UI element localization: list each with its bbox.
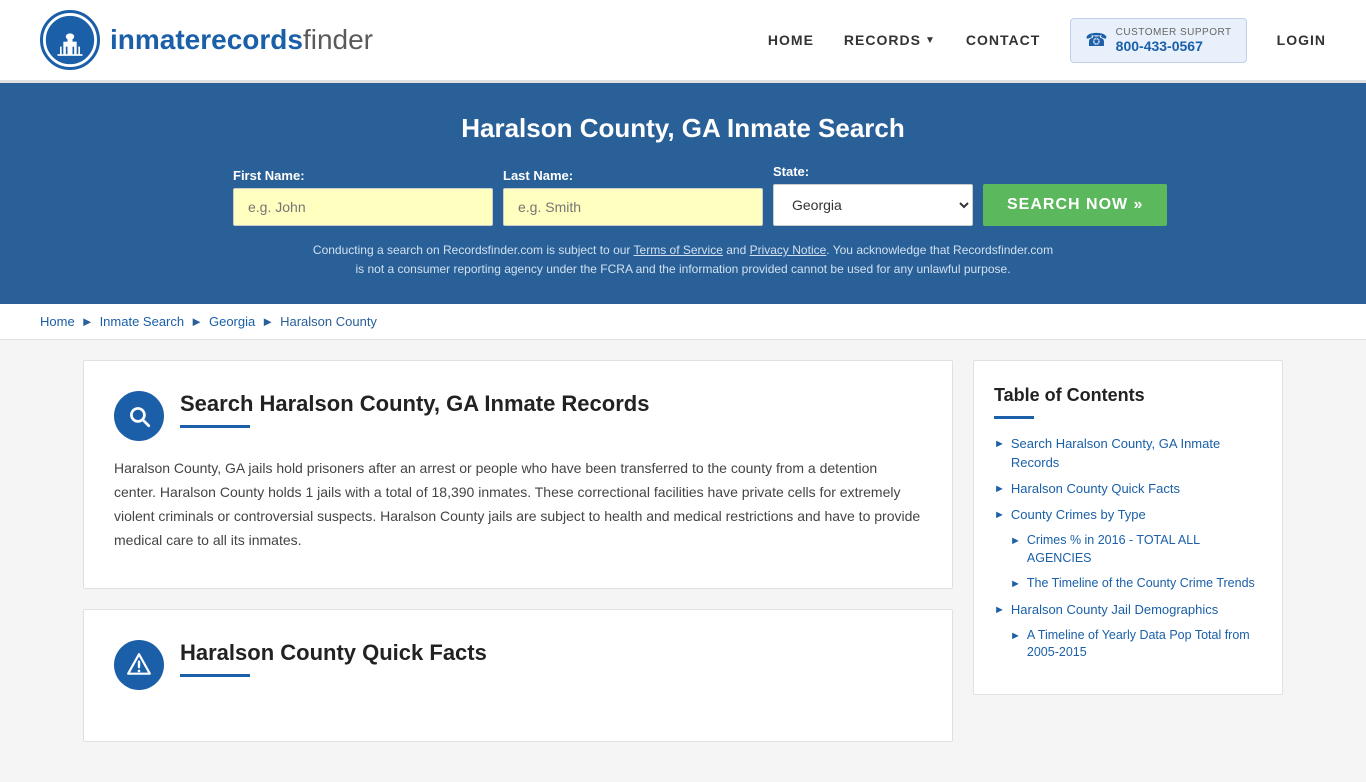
logo-icon	[40, 10, 100, 70]
toc-sublist: ► Crimes % in 2016 - TOTAL ALL AGENCIES …	[994, 532, 1262, 593]
toc-title: Table of Contents	[994, 385, 1262, 406]
customer-support-box: ☎ CUSTOMER SUPPORT 800-433-0567	[1070, 18, 1246, 63]
chevron-right-icon: ►	[994, 603, 1005, 618]
toc-link-facts[interactable]: ► Haralson County Quick Facts	[994, 480, 1262, 498]
breadcrumb-home[interactable]: Home	[40, 314, 75, 329]
logo-finder-text: finder	[303, 24, 373, 55]
breadcrumb-sep-3: ►	[261, 314, 274, 329]
nav-records-label: RECORDS	[844, 32, 921, 48]
first-name-group: First Name:	[233, 168, 493, 226]
facts-card-icon	[114, 640, 164, 690]
card-header-facts: Haralson County Quick Facts	[114, 640, 922, 690]
breadcrumb-current: Haralson County	[280, 314, 377, 329]
toc-item: ► Haralson County Jail Demographics	[994, 601, 1262, 619]
title-underline	[180, 425, 250, 428]
sidebar: Table of Contents ► Search Haralson Coun…	[973, 360, 1283, 761]
logo-main-text: inmaterecords	[110, 24, 303, 55]
toc-item: ► Haralson County Quick Facts	[994, 480, 1262, 498]
chevron-right-icon: ►	[994, 482, 1005, 497]
chevron-right-icon: ►	[1010, 534, 1021, 549]
state-group: State: Georgia Alabama Florida Tennessee	[773, 164, 973, 226]
first-name-input[interactable]	[233, 188, 493, 226]
toc-item: ► A Timeline of Yearly Data Pop Total fr…	[1010, 627, 1262, 662]
support-number: 800-433-0567	[1116, 38, 1232, 54]
toc-item: ► The Timeline of the County Crime Trend…	[1010, 575, 1262, 593]
search-records-card: Search Haralson County, GA Inmate Record…	[83, 360, 953, 588]
toc-link-yearly[interactable]: ► A Timeline of Yearly Data Pop Total fr…	[1010, 627, 1262, 662]
toc-label-5: Haralson County Jail Demographics	[1011, 601, 1218, 619]
toc-link-crimes-2016[interactable]: ► Crimes % in 2016 - TOTAL ALL AGENCIES	[1010, 532, 1262, 567]
toc-link-crimes[interactable]: ► County Crimes by Type	[994, 506, 1262, 524]
privacy-link[interactable]: Privacy Notice	[750, 243, 827, 257]
card-title-facts: Haralson County Quick Facts	[180, 640, 487, 677]
search-icon	[126, 403, 152, 429]
main-content: Search Haralson County, GA Inmate Record…	[43, 360, 1323, 761]
search-card-body: Haralson County, GA jails hold prisoners…	[114, 457, 922, 552]
breadcrumb-sep-1: ►	[81, 314, 94, 329]
toc-label-6: A Timeline of Yearly Data Pop Total from…	[1027, 627, 1262, 662]
search-card-icon	[114, 391, 164, 441]
warning-icon	[126, 652, 152, 678]
toc-list: ► Search Haralson County, GA Inmate Reco…	[994, 435, 1262, 661]
site-header: inmaterecordsfinder HOME RECORDS ▼ CONTA…	[0, 0, 1366, 83]
toc-sublist-2: ► A Timeline of Yearly Data Pop Total fr…	[994, 627, 1262, 662]
toc-link-demographics[interactable]: ► Haralson County Jail Demographics	[994, 601, 1262, 619]
toc-item: ► Crimes % in 2016 - TOTAL ALL AGENCIES	[1010, 532, 1262, 567]
card-header-search: Search Haralson County, GA Inmate Record…	[114, 391, 922, 441]
tos-link[interactable]: Terms of Service	[634, 243, 723, 257]
support-label: CUSTOMER SUPPORT	[1116, 27, 1232, 38]
headset-icon: ☎	[1085, 30, 1107, 51]
quick-facts-title: Haralson County Quick Facts	[180, 640, 487, 666]
nav-contact[interactable]: CONTACT	[966, 32, 1040, 48]
content-area: Search Haralson County, GA Inmate Record…	[83, 360, 953, 761]
search-form: First Name: Last Name: State: Georgia Al…	[233, 164, 1133, 226]
nav-records[interactable]: RECORDS ▼	[844, 32, 936, 48]
last-name-input[interactable]	[503, 188, 763, 226]
main-nav: HOME RECORDS ▼ CONTACT ☎ CUSTOMER SUPPOR…	[768, 18, 1326, 63]
nav-home[interactable]: HOME	[768, 32, 814, 48]
first-name-label: First Name:	[233, 168, 493, 183]
breadcrumb-sep-2: ►	[190, 314, 203, 329]
last-name-group: Last Name:	[503, 168, 763, 226]
chevron-right-icon: ►	[1010, 629, 1021, 644]
hero-section: Haralson County, GA Inmate Search First …	[0, 83, 1366, 304]
search-card-title: Search Haralson County, GA Inmate Record…	[180, 391, 649, 417]
logo-text: inmaterecordsfinder	[110, 24, 373, 56]
chevron-right-icon: ►	[994, 437, 1005, 452]
last-name-label: Last Name:	[503, 168, 763, 183]
toc-item: ► Search Haralson County, GA Inmate Reco…	[994, 435, 1262, 471]
card-title-search: Search Haralson County, GA Inmate Record…	[180, 391, 649, 428]
toc-label-0: Search Haralson County, GA Inmate Record…	[1011, 435, 1262, 471]
title-underline-facts	[180, 674, 250, 677]
state-label: State:	[773, 164, 973, 179]
login-button[interactable]: LOGIN	[1277, 32, 1326, 48]
breadcrumb-inmate-search[interactable]: Inmate Search	[100, 314, 185, 329]
chevron-right-icon: ►	[994, 508, 1005, 523]
toc-label-2: County Crimes by Type	[1011, 506, 1146, 524]
chevron-down-icon: ▼	[925, 35, 936, 46]
support-info: CUSTOMER SUPPORT 800-433-0567	[1116, 27, 1232, 54]
toc-link-search[interactable]: ► Search Haralson County, GA Inmate Reco…	[994, 435, 1262, 471]
breadcrumb-georgia[interactable]: Georgia	[209, 314, 255, 329]
logo-area: inmaterecordsfinder	[40, 10, 373, 70]
breadcrumb: Home ► Inmate Search ► Georgia ► Haralso…	[0, 304, 1366, 340]
toc-link-timeline[interactable]: ► The Timeline of the County Crime Trend…	[1010, 575, 1262, 593]
toc-label-3: Crimes % in 2016 - TOTAL ALL AGENCIES	[1027, 532, 1262, 567]
disclaimer-text: Conducting a search on Recordsfinder.com…	[308, 241, 1058, 279]
hero-title: Haralson County, GA Inmate Search	[40, 113, 1326, 144]
toc-item: ► County Crimes by Type	[994, 506, 1262, 524]
quick-facts-card: Haralson County Quick Facts	[83, 609, 953, 742]
toc-divider	[994, 416, 1034, 419]
search-button[interactable]: SEARCH NOW »	[983, 184, 1167, 226]
state-select[interactable]: Georgia Alabama Florida Tennessee	[773, 184, 973, 226]
toc-label-4: The Timeline of the County Crime Trends	[1027, 575, 1255, 593]
toc-card: Table of Contents ► Search Haralson Coun…	[973, 360, 1283, 694]
chevron-right-icon: ►	[1010, 577, 1021, 592]
toc-label-1: Haralson County Quick Facts	[1011, 480, 1180, 498]
